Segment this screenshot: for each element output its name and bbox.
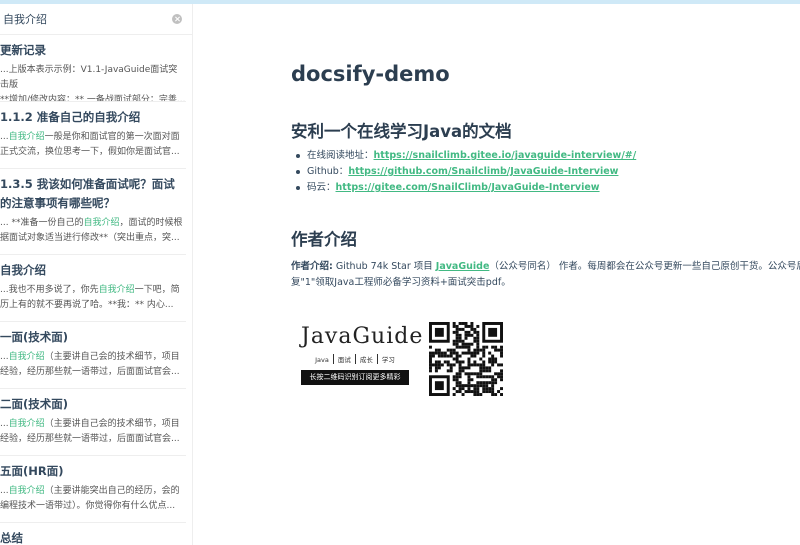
search-result-title: 一面(技术面) [0,330,69,344]
page-title: docsify-demo [291,62,450,86]
logo-banner: 长按二维码识别订阅更多精彩 [301,370,409,385]
search-result-snippet: ...自我介绍（主要讲自己会的技术细节，项目经验，经历那些就一语带过，后面面试官… [0,350,186,388]
list-item: Github：https://github.com/Snailclimb/Jav… [291,164,636,180]
snippet-text: ...上版本表示示例：V1.1-JavaGuide面试突击版 **增加/修改内容… [0,65,186,101]
search-result-title: 1.3.5 我该如何准备面试呢？面试的注意事项有哪些呢？ [0,177,175,210]
search-result-item[interactable]: 五面(HR面) ...自我介绍（主要讲能突出自己的经历，会的编程技术一语带过）。你… [0,456,186,523]
snippet-text: ... [0,132,9,142]
search-result-item[interactable]: 二面(技术面) ...自我介绍（主要讲自己会的技术细节，项目经验，经历那些就一语带… [0,389,186,456]
snippet-highlight: 自我介绍 [8,486,45,496]
logo-tag: 面试 [337,356,351,364]
main-content: docsify-demo 安利一个在线学习Java的文档 在线阅读地址：http… [193,4,800,545]
logo-tag: 成长 [359,356,373,364]
search-result-item[interactable]: 自我介绍 ...我也不用多说了，你先自我介绍一下吧，简历上有的就不要再说了哈。**… [0,255,186,322]
sidebar: 更新记录 ...上版本表示示例：V1.1-JavaGuide面试突击版 **增加/… [0,4,193,545]
section-heading-java-doc: 安利一个在线学习Java的文档 [291,122,512,141]
logo-tag: Java [315,356,329,364]
search-result-item[interactable]: 1.3.5 我该如何准备面试呢？面试的注意事项有哪些呢？ ... **准备一份自己… [0,169,186,255]
search-result-snippet: ...自我介绍（主要讲能突出自己的经历，会的编程技术一语带过）。你觉得你有什么优… [0,484,186,522]
snippet-highlight: 自我介绍 [8,132,45,142]
snippet-highlight: 自我介绍 [8,419,45,429]
search-result-snippet: ...自我介绍（主要讲自己会的技术细节，项目经验，经历那些就一语带过，后面面试官… [0,417,186,455]
search-result-title: 自我介绍 [0,263,46,277]
online-read-link[interactable]: https://snailclimb.gitee.io/javaguide-in… [374,150,637,161]
section-heading-author: 作者介绍 [291,230,357,249]
search-result-item[interactable]: 总结 [0,523,186,545]
snippet-text: ... **准备一份自己的 [0,218,84,228]
logo-tag: 学习 [381,356,395,364]
author-label: 作者介绍: [291,261,333,272]
logo-tags: Java 面试 成长 学习 [301,354,409,366]
list-item: 码云：https://gitee.com/SnailClimb/JavaGuid… [291,180,636,196]
link-label: 在线阅读地址： [307,150,374,161]
link-label: 码云： [307,182,336,193]
clear-search-icon[interactable] [172,14,182,24]
snippet-highlight: 自我介绍 [8,352,45,362]
author-paragraph: 作者介绍: Github 74k Star 项目 JavaGuide（公众号同名… [291,259,800,291]
javaguide-link[interactable]: JavaGuide [436,261,490,272]
snippet-text: ...我也不用多说了，你先 [0,285,99,295]
author-text-pre: Github 74k Star 项目 [332,261,436,272]
gitee-link[interactable]: https://gitee.com/SnailClimb/JavaGuide-I… [336,182,600,193]
github-link[interactable]: https://github.com/Snailclimb/JavaGuide-… [348,166,618,177]
search-results: 更新记录 ...上版本表示示例：V1.1-JavaGuide面试突击版 **增加/… [0,35,192,545]
search-result-title: 更新记录 [0,43,46,57]
search-result-title: 五面(HR面) [0,464,64,478]
link-list: 在线阅读地址：https://snailclimb.gitee.io/javag… [291,148,636,196]
search-result-snippet: ... **准备一份自己的自我介绍，面试的时候根据面试对象适当进行修改**（突出… [0,216,186,254]
search-result-snippet: ...我也不用多说了，你先自我介绍一下吧，简历上有的就不要再说了哈。**我：**… [0,283,186,321]
javaguide-logo-image: JavaGuide Java 面试 成长 学习 长按二维码识别订阅更多精彩 [301,322,424,394]
list-item: 在线阅读地址：https://snailclimb.gitee.io/javag… [291,148,636,164]
link-label: Github： [307,166,349,177]
snippet-text: ... [0,419,9,429]
snippet-highlight: 自我介绍 [83,218,120,228]
search-result-item[interactable]: 1.1.2 准备自己的自我介绍 ...自我介绍一般是你和面试官的第一次面对面正式交… [0,102,186,169]
snippet-text: ... [0,486,9,496]
qr-code-icon [429,322,503,396]
search-result-item[interactable]: 更新记录 ...上版本表示示例：V1.1-JavaGuide面试突击版 **增加/… [0,35,186,102]
logo-name: JavaGuide [301,324,424,349]
snippet-highlight: 自我介绍 [98,285,135,295]
search-result-title: 1.1.2 准备自己的自我介绍 [0,110,141,124]
snippet-text: ... [0,352,9,362]
search-result-snippet: ...上版本表示示例：V1.1-JavaGuide面试突击版 **增加/修改内容… [0,63,186,101]
search-result-title: 二面(技术面) [0,397,69,411]
search-box [0,4,192,35]
search-result-snippet: ...自我介绍一般是你和面试官的第一次面对面正式交流，换位思考一下，假如你是面试… [0,130,186,168]
search-input[interactable] [3,9,163,29]
search-result-title: 总结 [0,531,23,545]
search-result-item[interactable]: 一面(技术面) ...自我介绍（主要讲自己会的技术细节，项目经验，经历那些就一语带… [0,322,186,389]
